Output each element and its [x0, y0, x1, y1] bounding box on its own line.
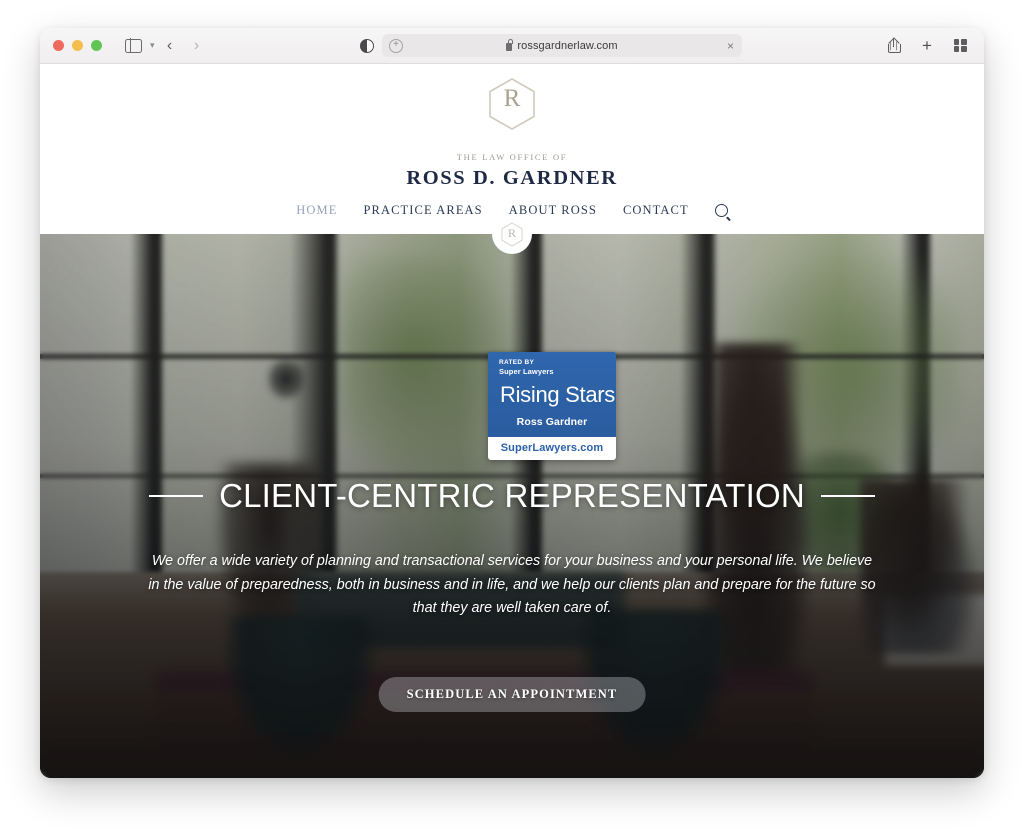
plus-circle-icon[interactable]: + — [389, 38, 403, 53]
schedule-appointment-button[interactable]: SCHEDULE AN APPOINTMENT — [378, 677, 646, 712]
hero-subhead: We offer a wide variety of planning and … — [148, 553, 876, 617]
badge-rated-by: RATED BY — [499, 359, 535, 366]
webpage-content: R THE LAW OFFICE OF ROSS D. GARDNER HOME… — [40, 64, 984, 778]
privacy-shield-icon[interactable] — [360, 38, 374, 53]
url-display: rossgardnerlaw.com — [506, 39, 618, 52]
hero-section: RATED BY Super Lawyers Rising Stars Ross… — [40, 234, 984, 778]
logo-letter: R — [503, 85, 521, 112]
zoom-window-button[interactable] — [91, 40, 102, 51]
badge-brand: Super Lawyers — [499, 367, 554, 377]
badge-attorney-name: Ross Gardner — [516, 415, 588, 428]
headline-rule-left — [149, 495, 204, 497]
headline-text: CLIENT-CENTRIC REPRESENTATION — [219, 477, 805, 514]
share-icon — [887, 37, 901, 53]
badge-award: Rising Stars — [500, 381, 615, 407]
forward-button[interactable]: › — [185, 35, 209, 57]
sidebar-icon — [124, 38, 142, 53]
super-lawyers-badge[interactable]: RATED BY Super Lawyers Rising Stars Ross… — [488, 352, 616, 460]
new-tab-button[interactable]: + — [915, 35, 939, 57]
mini-logo-letter: R — [507, 225, 516, 240]
sidebar-toggle-button[interactable] — [121, 35, 145, 57]
hero-headline: CLIENT-CENTRIC REPRESENTATION — [40, 477, 984, 515]
chevron-down-icon[interactable]: ▾ — [150, 40, 155, 51]
share-button[interactable] — [882, 35, 906, 57]
tab-overview-icon — [953, 39, 967, 52]
toolbar-actions: + — [882, 28, 972, 63]
close-window-button[interactable] — [53, 40, 64, 51]
url-input[interactable]: + rossgardnerlaw.com × — [382, 34, 742, 57]
share-arrow-icon — [888, 37, 900, 49]
address-bar: + rossgardnerlaw.com × — [360, 34, 742, 57]
url-text: rossgardnerlaw.com — [517, 39, 618, 52]
nav-item-contact[interactable]: CONTACT — [623, 203, 689, 218]
seam-logo-badge: R — [492, 214, 532, 254]
navigation-controls: ▾ ‹ › — [121, 35, 209, 57]
window-controls — [53, 40, 102, 51]
lock-icon — [506, 39, 514, 51]
minimize-window-button[interactable] — [72, 40, 83, 51]
firm-eyebrow: THE LAW OFFICE OF — [456, 152, 568, 162]
mini-hexagon-icon: R — [501, 221, 523, 247]
headline-rule-right — [820, 495, 875, 497]
tab-overview-button[interactable] — [948, 35, 972, 57]
search-icon[interactable] — [714, 204, 728, 217]
firm-name: ROSS D. GARDNER — [406, 167, 618, 189]
nav-item-practice-areas[interactable]: PRACTICE AREAS — [364, 203, 483, 218]
firm-logo[interactable]: R — [488, 64, 536, 132]
browser-window: ▾ ‹ › + rossgardnerlaw.com × + R THE LAW… — [40, 28, 984, 778]
stop-reload-button[interactable]: × — [727, 40, 734, 52]
back-button[interactable]: ‹ — [158, 35, 182, 57]
badge-website[interactable]: SuperLawyers.com — [488, 436, 616, 460]
browser-toolbar: ▾ ‹ › + rossgardnerlaw.com × + — [40, 28, 984, 64]
nav-item-home[interactable]: HOME — [296, 203, 337, 218]
site-header: R THE LAW OFFICE OF ROSS D. GARDNER HOME… — [40, 64, 984, 234]
badge-body: RATED BY Super Lawyers Rising Stars Ross… — [488, 352, 616, 437]
